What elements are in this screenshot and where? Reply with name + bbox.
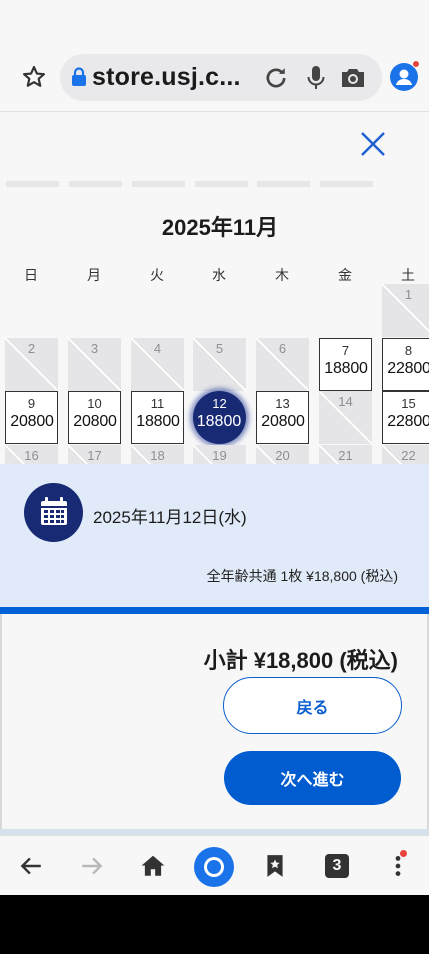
forward-nav-button[interactable] (76, 850, 108, 882)
day-number: 15 (401, 396, 416, 411)
bookmark-icon (267, 855, 283, 877)
day-number: 13 (275, 396, 290, 411)
calendar-day[interactable]: 13 20800 (256, 391, 309, 444)
day-number: 12 (212, 396, 227, 411)
ticket-price-line: 全年齢共通 1枚 ¥18,800 (税込) (206, 568, 398, 584)
day-number: 20 (275, 448, 290, 463)
day-price: 18800 (136, 413, 180, 430)
address-bar[interactable]: store.usj.c... (60, 54, 382, 101)
day-number: 22 (401, 448, 416, 463)
calendar-day-unavailable: 4 (131, 338, 184, 391)
tab-count: 3 (325, 854, 349, 878)
phone-screen: store.usj.c... 2025年11月 日 月 火 水 木 金 土 1 … (0, 0, 429, 895)
calendar-day[interactable]: 8 22800 (382, 338, 429, 391)
day-number: 7 (341, 343, 350, 358)
day-price: 22800 (387, 360, 429, 377)
day-number: 16 (24, 448, 39, 463)
weekday-label: 土 (401, 267, 415, 283)
day-number: 4 (153, 341, 162, 356)
microphone-icon[interactable] (304, 64, 328, 92)
bookmarks-button[interactable] (259, 850, 291, 882)
day-price: 22800 (387, 413, 429, 430)
calendar-day-unavailable: 1 (382, 284, 429, 337)
calendar-day-selected[interactable]: 12 18800 (193, 391, 246, 444)
selection-summary: 2025年11月12日(水) 全年齢共通 1枚 ¥18,800 (税込) (0, 464, 429, 607)
day-number: 3 (90, 341, 99, 356)
day-price: 18800 (324, 360, 368, 377)
browser-bottom-bar: 3 (0, 835, 429, 895)
weekday-label: 日 (24, 267, 38, 283)
day-number: 1 (404, 287, 413, 302)
calendar-day-unavailable: 5 (193, 338, 246, 391)
weekday-label: 火 (150, 267, 164, 283)
previous-month-edge (0, 181, 429, 187)
weekday-label: 水 (212, 267, 226, 283)
selected-date-text: 2025年11月12日(水) (93, 508, 247, 527)
weekday-label: 月 (87, 267, 101, 283)
day-number: 19 (212, 448, 227, 463)
day-number: 8 (404, 343, 413, 358)
day-number: 18 (150, 448, 165, 463)
next-button[interactable]: 次へ進む (224, 751, 401, 805)
arrow-left-icon (20, 857, 41, 875)
browser-toolbar: store.usj.c... (0, 0, 429, 112)
reload-icon[interactable] (262, 64, 290, 92)
cart-panel: 小計 ¥18,800 (税込) 戻る 次へ進む (0, 614, 429, 835)
day-price: 20800 (10, 413, 54, 430)
back-button[interactable]: 戻る (223, 677, 402, 734)
calendar-day[interactable]: 10 20800 (68, 391, 121, 444)
day-number: 14 (338, 394, 353, 409)
month-title: 2025年11月 (161, 215, 279, 240)
calendar-day-unavailable: 3 (68, 338, 121, 391)
calendar-badge (24, 483, 83, 542)
home-button[interactable] (137, 850, 169, 882)
calendar-day-unavailable: 2 (5, 338, 58, 391)
tabs-button[interactable]: 3 (321, 850, 353, 882)
day-number: 10 (87, 396, 102, 411)
back-nav-button[interactable] (15, 850, 47, 882)
day-number: 5 (215, 341, 224, 356)
notification-dot (412, 60, 420, 68)
more-vertical-icon (395, 856, 401, 876)
calendar-day[interactable]: 7 18800 (319, 338, 372, 391)
circle-assistant-icon (194, 847, 234, 887)
lock-icon (72, 67, 86, 86)
divider-bar (0, 607, 429, 614)
calendar-day[interactable]: 9 20800 (5, 391, 58, 444)
weekday-label: 木 (275, 267, 289, 283)
arrow-right-icon (82, 857, 103, 875)
profile-avatar-button[interactable] (390, 60, 420, 91)
calendar-day-unavailable: 14 (319, 391, 372, 444)
star-outline-icon (22, 65, 46, 87)
day-number: 9 (27, 396, 36, 411)
day-price: 18800 (196, 413, 242, 430)
calendar-day[interactable]: 11 18800 (131, 391, 184, 444)
day-number: 17 (87, 448, 102, 463)
day-number: 2 (27, 341, 36, 356)
bookmark-star-button[interactable] (20, 63, 48, 91)
menu-button[interactable] (382, 850, 414, 882)
weekday-label: 金 (338, 267, 352, 283)
subtotal-text: 小計 ¥18,800 (税込) (203, 648, 398, 673)
assistant-button[interactable] (193, 846, 235, 888)
calendar-icon (41, 497, 67, 525)
home-icon (141, 855, 165, 876)
day-number: 6 (278, 341, 287, 356)
close-icon[interactable] (358, 129, 388, 159)
calendar-day-unavailable: 6 (256, 338, 309, 391)
day-number: 11 (150, 396, 165, 411)
page-content: 2025年11月 日月火水木金土 1 2 3 4 5 6 7 18800 8 22800 9 2080… (0, 113, 429, 835)
day-number: 21 (338, 448, 353, 463)
url-text[interactable]: store.usj.c... (92, 63, 260, 92)
day-price: 20800 (261, 413, 305, 430)
menu-notification-dot (400, 850, 407, 857)
calendar-day[interactable]: 15 22800 (382, 391, 429, 444)
day-price: 20800 (73, 413, 117, 430)
camera-icon[interactable] (339, 66, 367, 90)
